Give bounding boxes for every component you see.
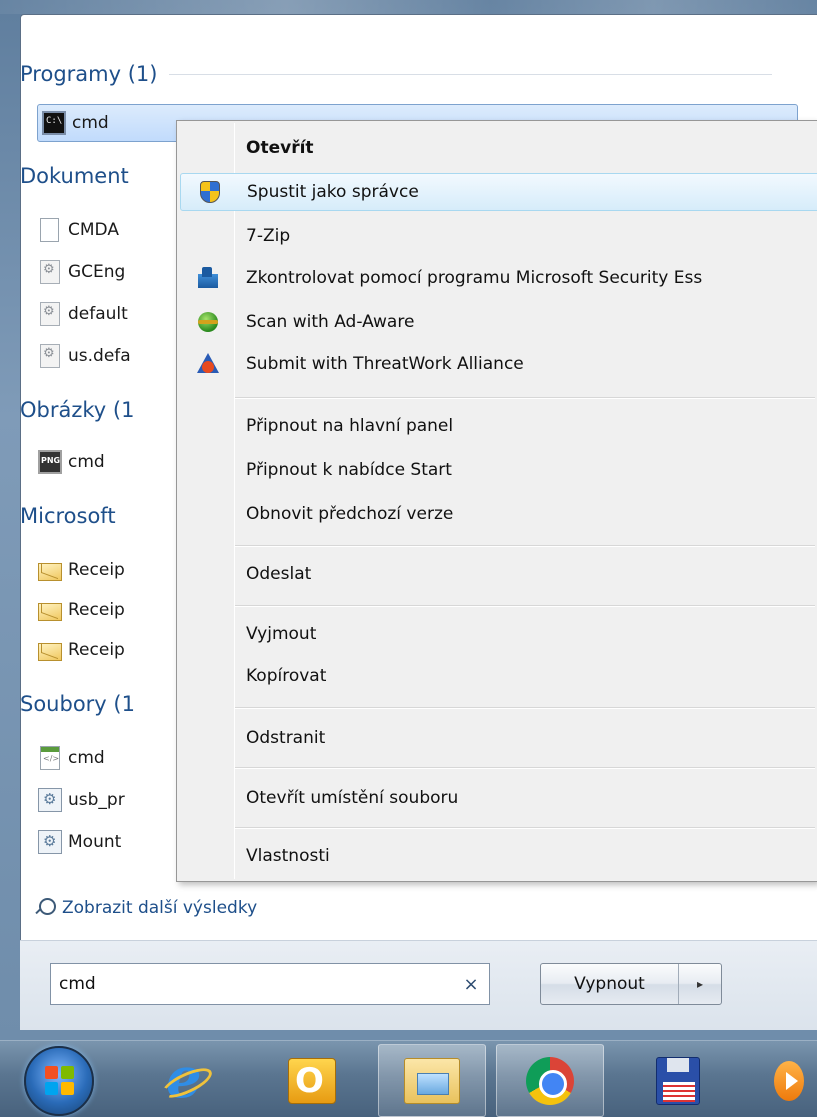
menu-item-label: 7-Zip: [246, 226, 291, 246]
mail-envelope-icon: [38, 642, 62, 661]
start-search-input[interactable]: cmd ×: [50, 963, 490, 1005]
threatwork-icon: [196, 352, 220, 376]
group-header-label: Dokument: [20, 164, 129, 188]
menu-item-7zip[interactable]: 7-Zip: [180, 217, 817, 255]
see-more-results-label: Zobrazit další výsledky: [62, 898, 258, 918]
menu-item-label: Odeslat: [246, 564, 312, 584]
clear-search-icon[interactable]: ×: [453, 974, 489, 995]
mail-envelope-icon: [38, 562, 62, 581]
menu-item-submit-threatwork[interactable]: Submit with ThreatWork Alliance: [180, 345, 817, 383]
menu-item-label: Připnout na hlavní panel: [246, 416, 454, 436]
menu-item-label: Odstranit: [246, 728, 326, 748]
group-header-label: Soubory (1: [20, 692, 135, 716]
taskbar-button-windows-explorer[interactable]: [378, 1044, 486, 1117]
windows-start-orb-icon[interactable]: [24, 1046, 94, 1116]
menu-item-open[interactable]: Otevřít: [180, 129, 817, 167]
menu-item-label: Kopírovat: [246, 666, 327, 686]
glass-highlight: [0, 0, 817, 14]
config-file-icon: [40, 260, 60, 284]
menu-item-delete[interactable]: Odstranit: [180, 719, 817, 757]
menu-item-scan-microsoft-security-essentials[interactable]: Zkontrolovat pomocí programu Microsoft S…: [180, 259, 817, 297]
menu-item-label: Scan with Ad-Aware: [246, 312, 415, 332]
outlook-icon: [288, 1057, 336, 1104]
menu-item-label: Obnovit předchozí verze: [246, 504, 454, 524]
menu-separator: [235, 827, 815, 829]
menu-item-label: Vlastnosti: [246, 846, 330, 866]
result-item-label: Receip: [68, 600, 125, 620]
taskbar-button-chrome[interactable]: [496, 1044, 604, 1117]
menu-item-label: Submit with ThreatWork Alliance: [246, 354, 524, 374]
group-header-label: Programy (1): [20, 62, 158, 86]
floppy-save-icon: [656, 1056, 700, 1105]
menu-item-copy[interactable]: Kopírovat: [180, 657, 817, 695]
shutdown-button[interactable]: Vypnout: [541, 964, 679, 1004]
menu-item-scan-ad-aware[interactable]: Scan with Ad-Aware: [180, 303, 817, 341]
result-item-label: default: [68, 304, 128, 324]
menu-item-restore-previous-versions[interactable]: Obnovit předchozí verze: [180, 495, 817, 533]
result-item-label: cmd: [72, 113, 109, 133]
search-input-value: cmd: [59, 974, 96, 994]
shutdown-options-arrow-icon[interactable]: ▸: [679, 964, 721, 1004]
menu-item-label: Připnout k nabídce Start: [246, 460, 452, 480]
group-header-label: Microsoft: [20, 504, 116, 528]
menu-item-label: Spustit jako správce: [247, 182, 419, 202]
menu-item-run-as-administrator[interactable]: Spustit jako správce: [180, 173, 817, 211]
taskbar-button-media-player[interactable]: [740, 1044, 817, 1117]
group-divider: [169, 73, 772, 75]
menu-item-label: Otevřít: [246, 138, 314, 158]
result-item-label: Receip: [68, 640, 125, 660]
context-menu: Otevřít Spustit jako správce 7-Zip Zkont…: [176, 120, 817, 882]
media-player-icon: [774, 1060, 804, 1101]
text-document-icon: [40, 218, 59, 242]
menu-item-label: Zkontrolovat pomocí programu Microsoft S…: [246, 268, 703, 288]
group-header-label: Obrázky (1: [20, 398, 135, 422]
group-header-programs: Programy (1): [20, 60, 772, 88]
result-item-label: CMDA: [68, 220, 119, 240]
menu-item-pin-to-taskbar[interactable]: Připnout na hlavní panel: [180, 407, 817, 445]
internet-explorer-icon: [160, 1045, 208, 1111]
menu-item-open-file-location[interactable]: Otevřít umístění souboru: [180, 779, 817, 817]
shutdown-button-group: Vypnout ▸: [540, 963, 722, 1005]
png-image-icon: [38, 450, 62, 474]
result-item-label: cmd: [68, 748, 105, 768]
uac-shield-icon: [197, 180, 221, 204]
chrome-icon: [526, 1056, 574, 1105]
menu-item-pin-to-start[interactable]: Připnout k nabídce Start: [180, 451, 817, 489]
menu-separator: [235, 545, 815, 547]
cmd-icon: [42, 111, 66, 135]
menu-item-cut[interactable]: Vyjmout: [180, 615, 817, 653]
menu-item-label: Otevřít umístění souboru: [246, 788, 459, 808]
see-more-results-link[interactable]: Zobrazit další výsledky: [34, 894, 257, 922]
taskbar-button-outlook[interactable]: [258, 1044, 366, 1117]
xml-file-icon: [40, 746, 60, 770]
microsoft-security-essentials-icon: [196, 266, 220, 290]
mail-envelope-icon: [38, 602, 62, 621]
ad-aware-icon: [196, 310, 220, 334]
menu-separator: [235, 767, 815, 769]
windows-flag-icon: [45, 1066, 75, 1096]
menu-item-properties[interactable]: Vlastnosti: [180, 837, 817, 875]
result-item-label: usb_pr: [68, 790, 125, 810]
result-item-label: Receip: [68, 560, 125, 580]
menu-item-send-to[interactable]: Odeslat: [180, 555, 817, 593]
taskbar-button-save[interactable]: [624, 1044, 732, 1117]
setup-file-icon: [38, 788, 62, 812]
setup-file-icon: [38, 830, 62, 854]
search-magnifier-icon: [34, 898, 56, 918]
config-file-icon: [40, 302, 60, 326]
menu-separator: [235, 707, 815, 709]
menu-separator: [235, 397, 815, 399]
config-file-icon: [40, 344, 60, 368]
result-item-label: cmd: [68, 452, 105, 472]
menu-separator: [235, 605, 815, 607]
menu-item-label: Vyjmout: [246, 624, 317, 644]
taskbar-button-internet-explorer[interactable]: [130, 1044, 238, 1117]
result-item-label: GCEng: [68, 262, 126, 282]
windows-explorer-icon: [404, 1057, 460, 1104]
result-item-label: us.defa: [68, 346, 131, 366]
result-item-label: Mount: [68, 832, 122, 852]
